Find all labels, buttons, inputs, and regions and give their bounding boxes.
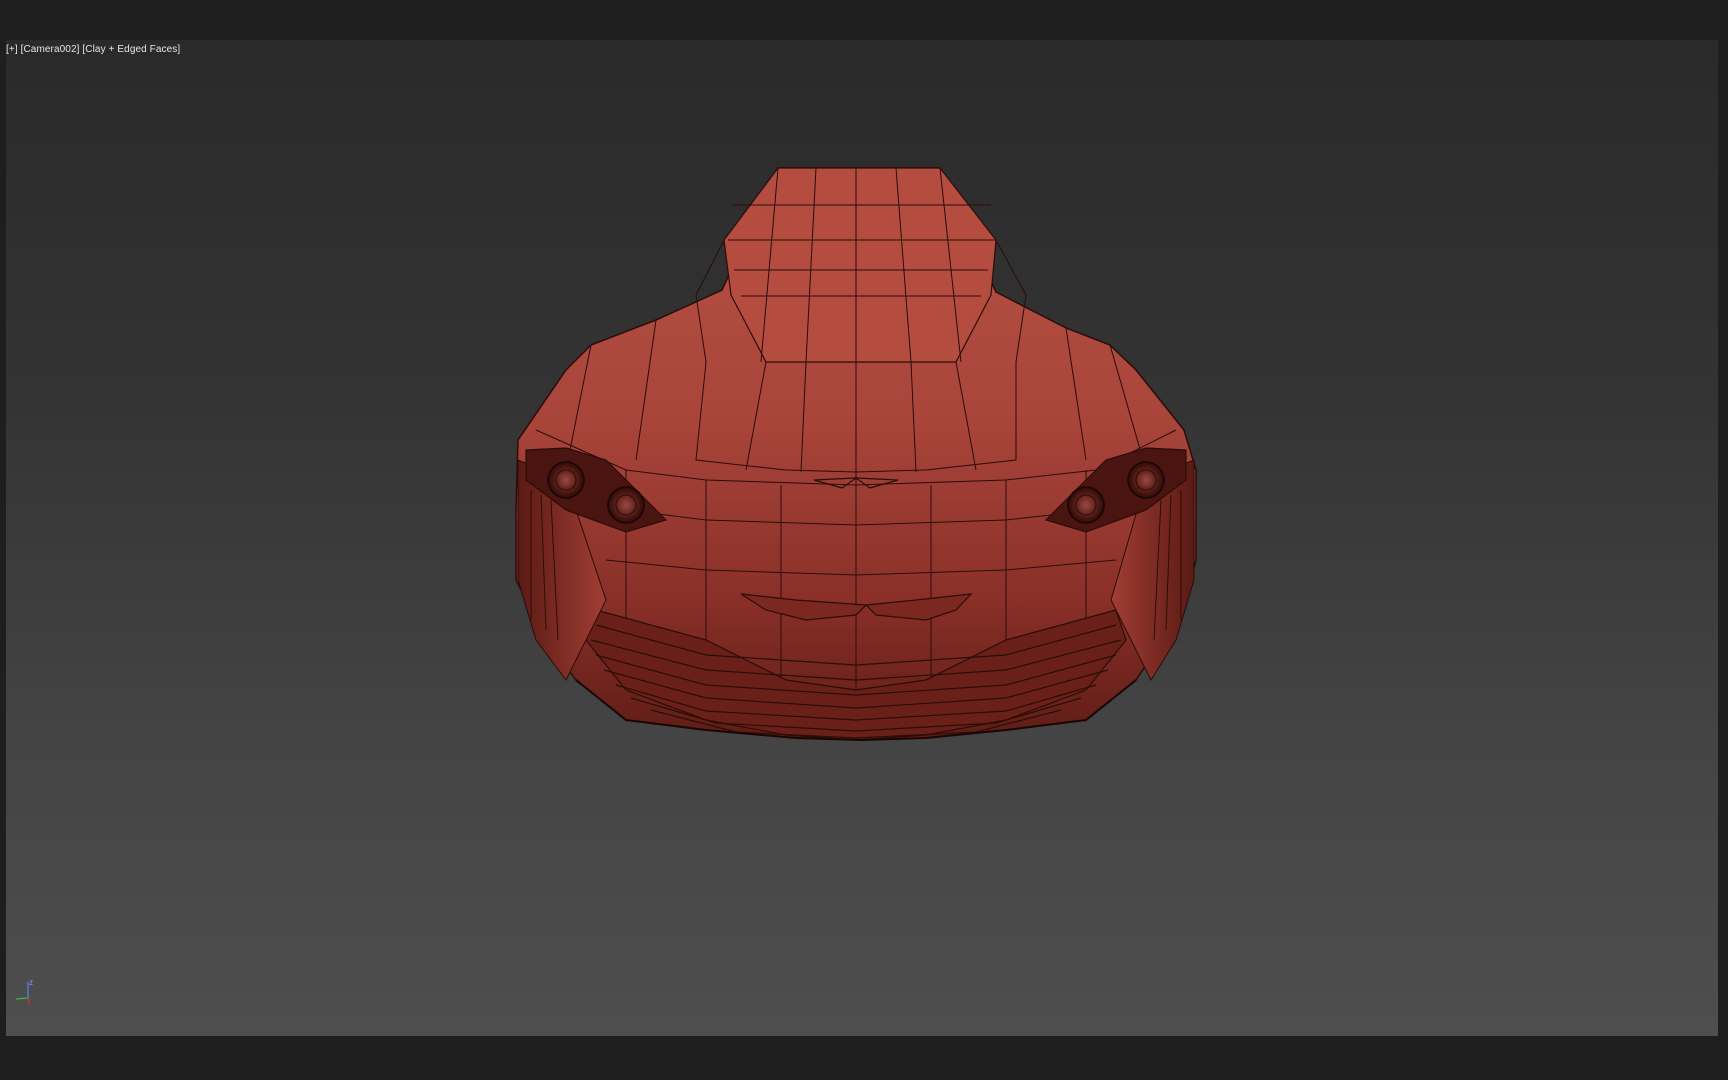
axis-gizmo-icon — [15, 982, 30, 1005]
car-model-clay-edged[interactable] — [6, 40, 1718, 1036]
app-window: [+] [Camera002] [Clay + Edged Faces] z — [0, 0, 1728, 1080]
camera-viewport[interactable]: [+] [Camera002] [Clay + Edged Faces] z — [6, 40, 1718, 1036]
axis-z-label: z — [29, 978, 33, 987]
car-cabin — [723, 167, 997, 363]
axis-gizmo: z — [12, 976, 42, 1006]
